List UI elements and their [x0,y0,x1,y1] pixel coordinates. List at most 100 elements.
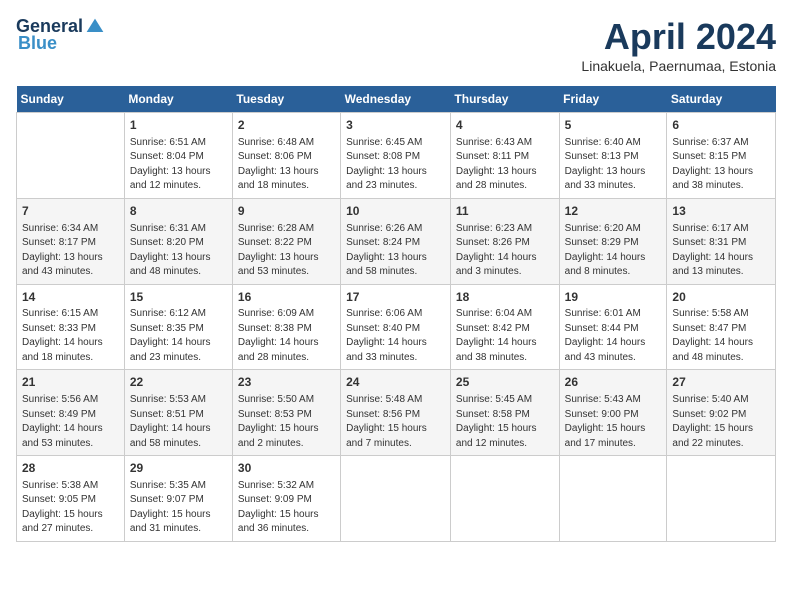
day-info: Sunrise: 6:43 AM Sunset: 8:11 PM Dayligh… [456,136,554,194]
day-number: 7 [22,203,119,220]
day-info: Sunrise: 6:12 AM Sunset: 8:35 PM Dayligh… [130,307,227,365]
day-number: 18 [456,289,554,306]
calendar-cell [17,113,125,199]
calendar-cell: 7 Sunrise: 6:34 AM Sunset: 8:17 PM Daylig… [17,198,125,284]
calendar-cell: 23Sunrise: 5:50 AM Sunset: 8:53 PM Dayli… [232,370,340,456]
day-number: 23 [238,374,335,391]
day-number: 24 [346,374,445,391]
calendar-cell: 13 Sunrise: 6:17 AM Sunset: 8:31 PM Dayli… [667,198,776,284]
calendar-cell: 14Sunrise: 6:15 AM Sunset: 8:33 PM Dayli… [17,284,125,370]
day-number: 17 [346,289,445,306]
logo-icon [85,17,105,37]
month-title: April 2024 [581,16,776,58]
day-info: Sunrise: 5:53 AM Sunset: 8:51 PM Dayligh… [130,393,227,451]
calendar-cell: 4 Sunrise: 6:43 AM Sunset: 8:11 PM Daylig… [450,113,559,199]
day-number: 9 [238,203,335,220]
day-number: 2 [238,117,335,134]
calendar-week-3: 14Sunrise: 6:15 AM Sunset: 8:33 PM Dayli… [17,284,776,370]
day-number: 10 [346,203,445,220]
header-thursday: Thursday [450,86,559,113]
day-info: Sunrise: 6:09 AM Sunset: 8:38 PM Dayligh… [238,307,335,365]
calendar-cell: 16Sunrise: 6:09 AM Sunset: 8:38 PM Dayli… [232,284,340,370]
calendar-cell: 6Sunrise: 6:37 AM Sunset: 8:15 PM Daylig… [667,113,776,199]
day-info: Sunrise: 6:31 AM Sunset: 8:20 PM Dayligh… [130,222,227,280]
calendar-table: SundayMondayTuesdayWednesdayThursdayFrid… [16,86,776,542]
day-info: Sunrise: 6:20 AM Sunset: 8:29 PM Dayligh… [565,222,662,280]
calendar-cell: 9 Sunrise: 6:28 AM Sunset: 8:22 PM Daylig… [232,198,340,284]
calendar-cell: 27Sunrise: 5:40 AM Sunset: 9:02 PM Dayli… [667,370,776,456]
day-number: 29 [130,460,227,477]
day-info: Sunrise: 5:38 AM Sunset: 9:05 PM Dayligh… [22,479,119,537]
calendar-cell: 10Sunrise: 6:26 AM Sunset: 8:24 PM Dayli… [341,198,451,284]
day-number: 3 [346,117,445,134]
day-info: Sunrise: 6:23 AM Sunset: 8:26 PM Dayligh… [456,222,554,280]
calendar-cell [341,456,451,542]
day-number: 4 [456,117,554,134]
logo-blue: Blue [18,33,57,54]
calendar-header-row: SundayMondayTuesdayWednesdayThursdayFrid… [17,86,776,113]
day-info: Sunrise: 6:17 AM Sunset: 8:31 PM Dayligh… [672,222,770,280]
day-number: 12 [565,203,662,220]
location: Linakuela, Paernumaa, Estonia [581,58,776,74]
day-info: Sunrise: 6:34 AM Sunset: 8:17 PM Dayligh… [22,222,119,280]
calendar-cell [667,456,776,542]
day-info: Sunrise: 6:06 AM Sunset: 8:40 PM Dayligh… [346,307,445,365]
calendar-cell: 21 Sunrise: 5:56 AM Sunset: 8:49 PM Dayli… [17,370,125,456]
calendar-week-1: 1 Sunrise: 6:51 AM Sunset: 8:04 PM Daylig… [17,113,776,199]
logo: General Blue [16,16,105,54]
calendar-cell: 19Sunrise: 6:01 AM Sunset: 8:44 PM Dayli… [559,284,667,370]
day-number: 5 [565,117,662,134]
calendar-cell: 3 Sunrise: 6:45 AM Sunset: 8:08 PM Daylig… [341,113,451,199]
calendar-cell: 28 Sunrise: 5:38 AM Sunset: 9:05 PM Dayli… [17,456,125,542]
day-info: Sunrise: 6:01 AM Sunset: 8:44 PM Dayligh… [565,307,662,365]
page-header: General Blue April 2024 Linakuela, Paern… [16,16,776,74]
day-number: 13 [672,203,770,220]
calendar-week-5: 28 Sunrise: 5:38 AM Sunset: 9:05 PM Dayli… [17,456,776,542]
calendar-cell: 12 Sunrise: 6:20 AM Sunset: 8:29 PM Dayli… [559,198,667,284]
day-number: 20 [672,289,770,306]
day-info: Sunrise: 6:15 AM Sunset: 8:33 PM Dayligh… [22,307,119,365]
day-number: 15 [130,289,227,306]
calendar-cell: 15Sunrise: 6:12 AM Sunset: 8:35 PM Dayli… [124,284,232,370]
calendar-cell: 22 Sunrise: 5:53 AM Sunset: 8:51 PM Dayli… [124,370,232,456]
day-number: 26 [565,374,662,391]
day-info: Sunrise: 5:35 AM Sunset: 9:07 PM Dayligh… [130,479,227,537]
header-saturday: Saturday [667,86,776,113]
calendar-cell: 24 Sunrise: 5:48 AM Sunset: 8:56 PM Dayli… [341,370,451,456]
header-monday: Monday [124,86,232,113]
calendar-cell: 20Sunrise: 5:58 AM Sunset: 8:47 PM Dayli… [667,284,776,370]
day-number: 22 [130,374,227,391]
day-info: Sunrise: 5:40 AM Sunset: 9:02 PM Dayligh… [672,393,770,451]
calendar-cell: 25Sunrise: 5:45 AM Sunset: 8:58 PM Dayli… [450,370,559,456]
day-number: 14 [22,289,119,306]
header-wednesday: Wednesday [341,86,451,113]
day-number: 28 [22,460,119,477]
calendar-cell: 29 Sunrise: 5:35 AM Sunset: 9:07 PM Dayli… [124,456,232,542]
day-info: Sunrise: 5:56 AM Sunset: 8:49 PM Dayligh… [22,393,119,451]
day-info: Sunrise: 5:48 AM Sunset: 8:56 PM Dayligh… [346,393,445,451]
header-friday: Friday [559,86,667,113]
day-info: Sunrise: 6:28 AM Sunset: 8:22 PM Dayligh… [238,222,335,280]
day-number: 25 [456,374,554,391]
day-info: Sunrise: 5:58 AM Sunset: 8:47 PM Dayligh… [672,307,770,365]
day-info: Sunrise: 6:04 AM Sunset: 8:42 PM Dayligh… [456,307,554,365]
calendar-cell [559,456,667,542]
calendar-cell: 8 Sunrise: 6:31 AM Sunset: 8:20 PM Daylig… [124,198,232,284]
day-info: Sunrise: 6:48 AM Sunset: 8:06 PM Dayligh… [238,136,335,194]
title-section: April 2024 Linakuela, Paernumaa, Estonia [581,16,776,74]
day-number: 30 [238,460,335,477]
day-number: 21 [22,374,119,391]
day-number: 11 [456,203,554,220]
day-info: Sunrise: 6:45 AM Sunset: 8:08 PM Dayligh… [346,136,445,194]
calendar-week-2: 7 Sunrise: 6:34 AM Sunset: 8:17 PM Daylig… [17,198,776,284]
calendar-cell: 26Sunrise: 5:43 AM Sunset: 9:00 PM Dayli… [559,370,667,456]
calendar-cell: 2 Sunrise: 6:48 AM Sunset: 8:06 PM Daylig… [232,113,340,199]
day-number: 1 [130,117,227,134]
day-info: Sunrise: 5:32 AM Sunset: 9:09 PM Dayligh… [238,479,335,537]
day-number: 19 [565,289,662,306]
header-sunday: Sunday [17,86,125,113]
day-info: Sunrise: 6:40 AM Sunset: 8:13 PM Dayligh… [565,136,662,194]
calendar-cell: 17Sunrise: 6:06 AM Sunset: 8:40 PM Dayli… [341,284,451,370]
day-number: 8 [130,203,227,220]
day-info: Sunrise: 6:51 AM Sunset: 8:04 PM Dayligh… [130,136,227,194]
